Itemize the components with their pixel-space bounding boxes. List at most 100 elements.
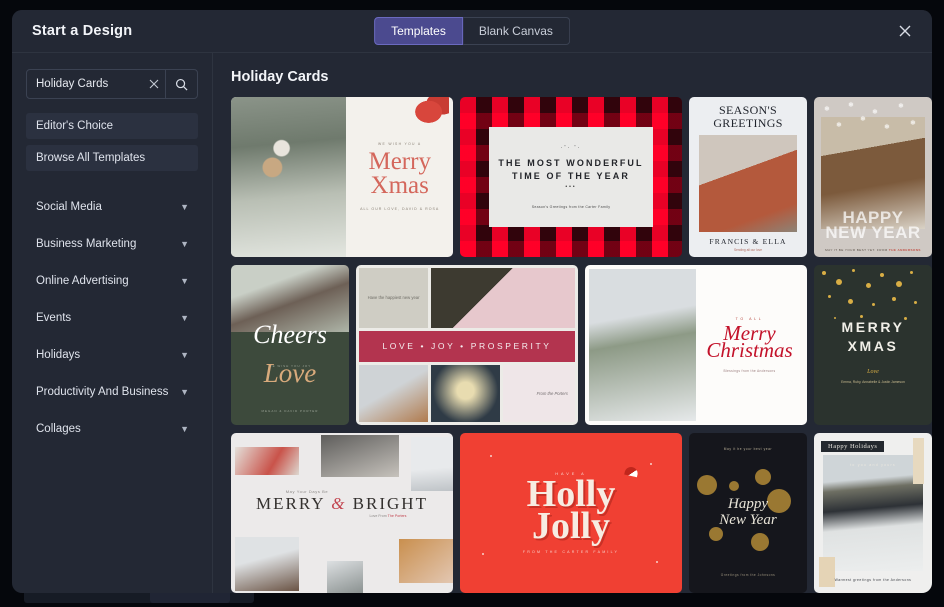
chevron-down-icon: ▼ (180, 238, 189, 249)
card-names: Emma, Ruby, Annabelle & Justin Jameson (841, 379, 905, 384)
card-photo (235, 537, 299, 591)
sidebar-item-editors-choice[interactable]: Editor's Choice (26, 113, 198, 139)
sidebar-item-holidays[interactable]: Holidays ▼ (26, 341, 198, 369)
search-clear-button[interactable] (143, 70, 165, 98)
sidebar-item-online-advertising[interactable]: Online Advertising ▼ (26, 267, 198, 295)
chevron-down-icon: ▼ (180, 201, 189, 212)
category-label: Collages (36, 423, 81, 435)
sidebar-item-collages[interactable]: Collages ▼ (26, 415, 198, 443)
decorative-strip (913, 438, 924, 484)
confetti-decoration (814, 265, 932, 332)
mode-tabs: Templates Blank Canvas (374, 17, 570, 45)
ribbon-decoration (415, 97, 449, 123)
card-top-left-text: Have the happiest new year (359, 268, 429, 329)
modal-header: Start a Design Templates Blank Canvas (12, 10, 932, 53)
card-small-bottom: MEGAN & DAVID PORTER (261, 409, 319, 413)
card-signature: From the Porters (503, 364, 575, 422)
close-icon (149, 79, 159, 89)
chevron-down-icon: ▼ (180, 349, 189, 360)
card-photo (699, 135, 797, 232)
card-title: Merry Christmas (706, 322, 792, 360)
template-card-happy-new-year-gold-bokeh[interactable]: May it be your best year Happy New Year … (689, 433, 807, 593)
card-text-panel: ·'· '· THE MOST WONDERFUL TIME OF THE YE… (488, 126, 654, 228)
template-card-happy-new-year-snowflakes[interactable]: ❅ ❅ ❅ ❅ ❅ ❅ ❅ ❅ HAPPY NEW YEAR MAY IT BE… (814, 97, 932, 257)
card-names: FRANCIS & ELLA (709, 237, 787, 246)
card-bottom-row: From the Porters (359, 364, 575, 422)
card-photo (399, 539, 453, 583)
sidebar-item-events[interactable]: Events ▼ (26, 304, 198, 332)
card-title-line1: Cheers (253, 319, 327, 349)
card-photo (231, 97, 347, 257)
results-heading: Holiday Cards (231, 69, 329, 85)
category-label: Events (36, 312, 72, 324)
card-title-right: BRIGHT (352, 494, 428, 513)
tab-templates[interactable]: Templates (374, 17, 463, 45)
card-signature: MAY IT BE YOUR BEST YET. FROM THE ANDERS… (814, 248, 932, 252)
template-card-love-joy-prosperity[interactable]: Have the happiest new year LOVE • JOY • … (356, 265, 578, 425)
template-card-merry-christmas-script[interactable]: TO ALL Merry Christmas Blessings from th… (585, 265, 807, 425)
template-browser: Holiday Cards WE WISH YOU A Merry Xmas A… (213, 53, 932, 593)
card-signature-prefix: Love From (369, 514, 388, 519)
template-row: May Your Days Be MERRY & BRIGHT Love Fro… (231, 433, 932, 593)
sidebar-item-browse-all-templates[interactable]: Browse All Templates (26, 145, 198, 171)
card-signature-family: THE ANDERSONS (888, 248, 921, 252)
quick-links: Editor's Choice Browse All Templates (26, 113, 198, 171)
template-card-merry-xmas-photo[interactable]: WE WISH YOU A Merry Xmas All our love, D… (231, 97, 453, 257)
search-box (26, 69, 198, 99)
sidebar-item-productivity-and-business[interactable]: Productivity And Business ▼ (26, 378, 198, 406)
card-signature: All our love, David & Rosa (360, 206, 440, 211)
template-card-most-wonderful-time[interactable]: ·'· '· THE MOST WONDERFUL TIME OF THE YE… (460, 97, 682, 257)
category-label: Productivity And Business (36, 386, 169, 398)
santa-hat-icon (624, 465, 639, 478)
card-date: Sending all our love (734, 248, 762, 252)
sparkle-icon (490, 455, 492, 457)
template-card-merry-and-bright[interactable]: May Your Days Be MERRY & BRIGHT Love Fro… (231, 433, 453, 593)
chevron-down-icon: ▼ (180, 312, 189, 323)
card-title-line1: THE MOST WONDERFUL (498, 158, 644, 169)
card-signature-family: The Porters (387, 514, 407, 519)
search-input[interactable] (27, 70, 143, 98)
card-title-line2: NEW YEAR (825, 223, 921, 243)
card-top-row: Have the happiest new year (359, 268, 575, 329)
tab-blank-canvas[interactable]: Blank Canvas (462, 17, 570, 45)
card-love-text: Love (867, 368, 879, 375)
card-photo-cookies (359, 364, 429, 422)
category-label: Business Marketing (36, 238, 137, 250)
template-card-holly-jolly[interactable]: HAVE A Holly Jolly FROM THE CARTER FAMIL… (460, 433, 682, 593)
card-photo (589, 269, 696, 421)
template-card-happy-holidays-photo[interactable]: Happy Holidays to you and yours Warmest … (814, 433, 932, 593)
card-photo (321, 435, 399, 477)
card-band-text: LOVE • JOY • PROSPERITY (359, 331, 575, 362)
card-divider: ••• (565, 183, 577, 190)
sidebar-item-social-media[interactable]: Social Media ▼ (26, 193, 198, 221)
card-text-block: May Your Days Be MERRY & BRIGHT Love Fro… (231, 489, 453, 518)
template-card-cheers-love[interactable]: Cheers WE WISH YOU JOY Love MEGAN & DAVI… (231, 265, 349, 425)
search-submit-button[interactable] (165, 70, 197, 98)
card-title: Holly Jolly (527, 475, 616, 544)
card-text-panel: TO ALL Merry Christmas Blessings from th… (696, 269, 803, 421)
card-title: HAPPY NEW YEAR (814, 209, 932, 243)
card-signature: FROM THE CARTER FAMILY (522, 549, 620, 554)
card-photo-baby (431, 268, 575, 329)
sparkle-icon (482, 553, 484, 555)
template-row: Cheers WE WISH YOU JOY Love MEGAN & DAVI… (231, 265, 932, 425)
card-photo (235, 447, 299, 475)
card-photo-tree (431, 364, 501, 422)
card-signature: Love From The Porters (323, 514, 453, 518)
template-row: WE WISH YOU A Merry Xmas All our love, D… (231, 97, 932, 257)
close-button[interactable] (892, 18, 918, 44)
sparkle-icon (650, 463, 652, 465)
card-bottom-text: Greetings from the Johnsons (720, 573, 776, 577)
template-card-seasons-greetings[interactable]: SEASON'S GREETINGS FRANCIS & ELLA Sendin… (689, 97, 807, 257)
bokeh-circle (697, 475, 717, 495)
card-title: Merry Xmas (368, 148, 431, 199)
sidebar-item-business-marketing[interactable]: Business Marketing ▼ (26, 230, 198, 258)
card-title: MERRY & BRIGHT (231, 494, 453, 514)
category-label: Social Media (36, 201, 102, 213)
template-card-merry-xmas-gold-confetti[interactable]: MERRY XMAS Love Emma, Ruby, Annabelle & … (814, 265, 932, 425)
sparkle-icon (656, 561, 658, 563)
bokeh-circle (755, 469, 771, 485)
card-title-line2: New Year (719, 512, 777, 528)
card-title-line2: TIME OF THE YEAR (512, 171, 630, 182)
card-photo (411, 437, 453, 491)
